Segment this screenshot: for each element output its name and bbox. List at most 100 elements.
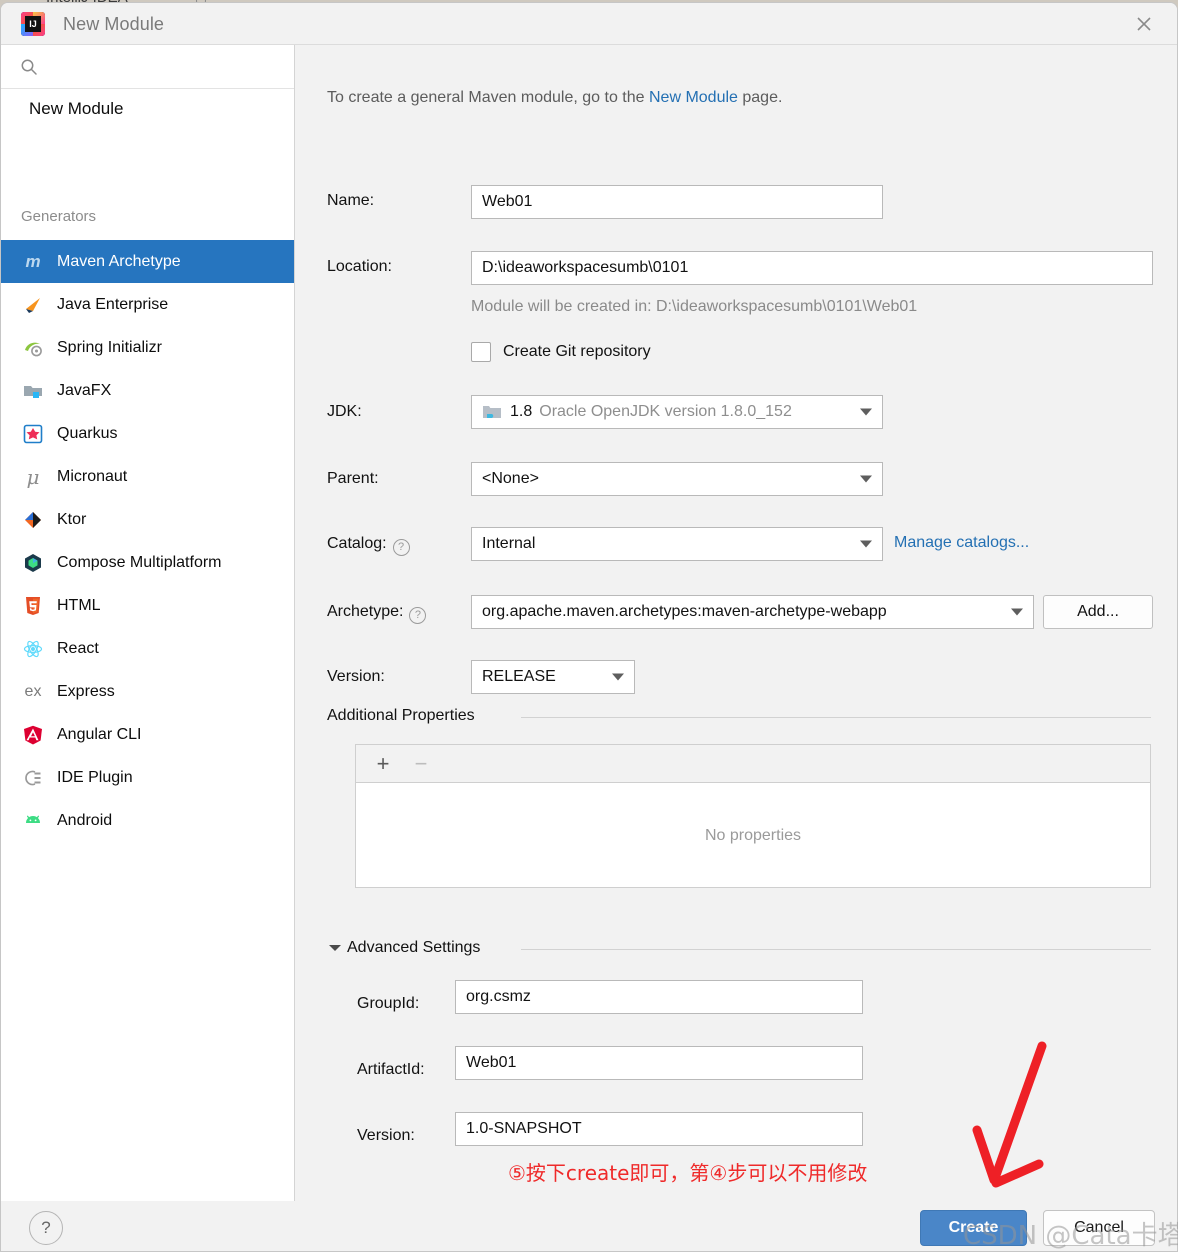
sidebar-item-compose-multiplatform[interactable]: Compose Multiplatform xyxy=(1,541,294,584)
search-input[interactable] xyxy=(47,55,281,79)
close-icon[interactable] xyxy=(1121,7,1167,41)
add-archetype-button[interactable]: Add... xyxy=(1043,595,1153,629)
sidebar-item-ktor[interactable]: Ktor xyxy=(1,498,294,541)
archetype-label: Archetype:? xyxy=(327,603,426,624)
additional-properties-table: + − No properties xyxy=(355,744,1151,888)
archetype-value: org.apache.maven.archetypes:maven-archet… xyxy=(482,603,887,621)
jdk-description: Oracle OpenJDK version 1.8.0_152 xyxy=(539,403,792,421)
create-git-repository-checkbox[interactable]: Create Git repository xyxy=(471,342,651,362)
intellij-logo-label: IJ xyxy=(25,16,41,32)
express-icon: ex xyxy=(21,680,45,704)
catalog-value: Internal xyxy=(482,535,535,553)
group-id-label: GroupId: xyxy=(357,995,419,1013)
cancel-button[interactable]: Cancel xyxy=(1043,1210,1155,1246)
chevron-down-icon[interactable] xyxy=(329,945,341,951)
chevron-down-icon xyxy=(860,541,872,548)
artifact-id-label: ArtifactId: xyxy=(357,1061,425,1079)
checkbox-box xyxy=(471,342,491,362)
sidebar-item-label: IDE Plugin xyxy=(57,769,133,787)
sidebar-item-react[interactable]: React xyxy=(1,627,294,670)
compose-icon xyxy=(21,551,45,575)
archetype-label-text: Archetype: xyxy=(327,603,403,620)
create-button[interactable]: Create xyxy=(920,1210,1027,1246)
manage-catalogs-link[interactable]: Manage catalogs... xyxy=(894,534,1029,552)
maven-icon: m xyxy=(21,250,45,274)
chevron-down-icon xyxy=(612,674,624,681)
parent-value: <None> xyxy=(482,470,539,488)
jdk-version: 1.8 xyxy=(510,403,532,421)
section-divider xyxy=(521,717,1151,718)
angular-icon xyxy=(21,723,45,747)
archetype-version-select[interactable]: RELEASE xyxy=(471,660,635,694)
additional-properties-title: Additional Properties xyxy=(327,707,485,725)
group-id-input[interactable] xyxy=(455,980,863,1014)
artifact-id-input[interactable] xyxy=(455,1046,863,1080)
advanced-settings-title: Advanced Settings xyxy=(347,939,490,957)
jdk-label: JDK: xyxy=(327,403,362,421)
sidebar-item-label: Spring Initializr xyxy=(57,339,162,357)
catalog-label-text: Catalog: xyxy=(327,535,387,552)
sidebar-item-label: JavaFX xyxy=(57,382,111,400)
remove-property-button: − xyxy=(408,751,434,777)
sidebar-item-spring-initializr[interactable]: Spring Initializr xyxy=(1,326,294,369)
add-property-button[interactable]: + xyxy=(370,751,396,777)
parent-select[interactable]: <None> xyxy=(471,462,883,496)
create-git-repository-label: Create Git repository xyxy=(503,343,651,361)
intro-text: To create a general Maven module, go to … xyxy=(327,89,782,107)
sidebar-item-label: Ktor xyxy=(57,511,86,529)
sidebar-item-label: Compose Multiplatform xyxy=(57,554,222,572)
jdk-select[interactable]: 1.8 Oracle OpenJDK version 1.8.0_152 xyxy=(471,395,883,429)
sidebar-item-label: Android xyxy=(57,812,112,830)
help-icon[interactable]: ? xyxy=(393,539,410,556)
react-icon xyxy=(21,637,45,661)
sidebar-item-html[interactable]: HTML xyxy=(1,584,294,627)
intro-text-before: To create a general Maven module, go to … xyxy=(327,89,649,106)
sidebar-item-label: Micronaut xyxy=(57,468,127,486)
quarkus-icon xyxy=(21,422,45,446)
parent-label: Parent: xyxy=(327,470,379,488)
generators-list: m Maven Archetype Java Enterprise xyxy=(1,240,294,842)
jakarta-icon xyxy=(21,293,45,317)
properties-toolbar: + − xyxy=(356,745,1150,783)
jdk-folder-icon xyxy=(482,403,502,421)
dialog-title: New Module xyxy=(63,14,164,35)
properties-empty-message: No properties xyxy=(356,783,1150,888)
intro-text-after: page. xyxy=(738,89,782,106)
catalog-select[interactable]: Internal xyxy=(471,527,883,561)
javafx-icon xyxy=(21,379,45,403)
chevron-down-icon xyxy=(1011,609,1023,616)
catalog-label: Catalog:? xyxy=(327,535,410,556)
sidebar-item-express[interactable]: ex Express xyxy=(1,670,294,713)
chevron-down-icon xyxy=(860,409,872,416)
intellij-idea-logo-icon: IJ xyxy=(21,12,45,36)
sidebar-item-maven-archetype[interactable]: m Maven Archetype xyxy=(1,240,294,283)
chinese-annotation-note: ⑤按下create即可，第④步可以不用修改 xyxy=(508,1157,867,1186)
name-input[interactable] xyxy=(471,185,883,219)
location-label: Location: xyxy=(327,258,392,276)
help-button[interactable]: ? xyxy=(29,1211,63,1245)
sidebar-item-java-enterprise[interactable]: Java Enterprise xyxy=(1,283,294,326)
archetype-select[interactable]: org.apache.maven.archetypes:maven-archet… xyxy=(471,595,1034,629)
sidebar-item-micronaut[interactable]: μ Micronaut xyxy=(1,455,294,498)
sidebar-item-label: React xyxy=(57,640,99,658)
sidebar-item-new-module[interactable]: New Module xyxy=(1,90,294,128)
sidebar-group-generators: Generators xyxy=(21,208,96,225)
sidebar-item-android[interactable]: Android xyxy=(1,799,294,842)
help-icon[interactable]: ? xyxy=(409,607,426,624)
sidebar-item-label: New Module xyxy=(29,99,124,119)
sidebar-item-quarkus[interactable]: Quarkus xyxy=(1,412,294,455)
search-row xyxy=(1,45,294,89)
sidebar-item-angular-cli[interactable]: Angular CLI xyxy=(1,713,294,756)
micronaut-icon: μ xyxy=(21,465,45,489)
main-form-panel: To create a general Maven module, go to … xyxy=(295,45,1177,1201)
new-module-link[interactable]: New Module xyxy=(649,89,738,106)
html5-icon xyxy=(21,594,45,618)
chevron-down-icon xyxy=(860,476,872,483)
sidebar-item-javafx[interactable]: JavaFX xyxy=(1,369,294,412)
location-hint: Module will be created in: D:\ideaworksp… xyxy=(471,298,917,316)
location-input[interactable] xyxy=(471,251,1153,285)
sidebar-item-ide-plugin[interactable]: IDE Plugin xyxy=(1,756,294,799)
module-version-input[interactable] xyxy=(455,1112,863,1146)
sidebar-item-label: Java Enterprise xyxy=(57,296,168,314)
sidebar-item-label: Angular CLI xyxy=(57,726,142,744)
